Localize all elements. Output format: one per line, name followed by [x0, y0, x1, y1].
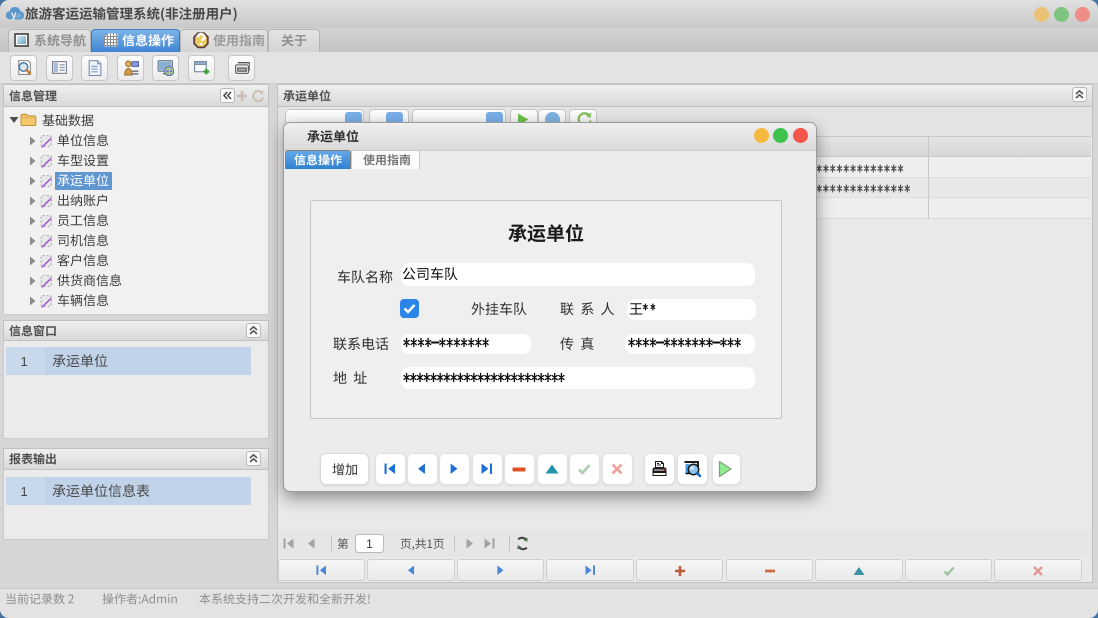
svg-text:y: y [11, 10, 17, 21]
